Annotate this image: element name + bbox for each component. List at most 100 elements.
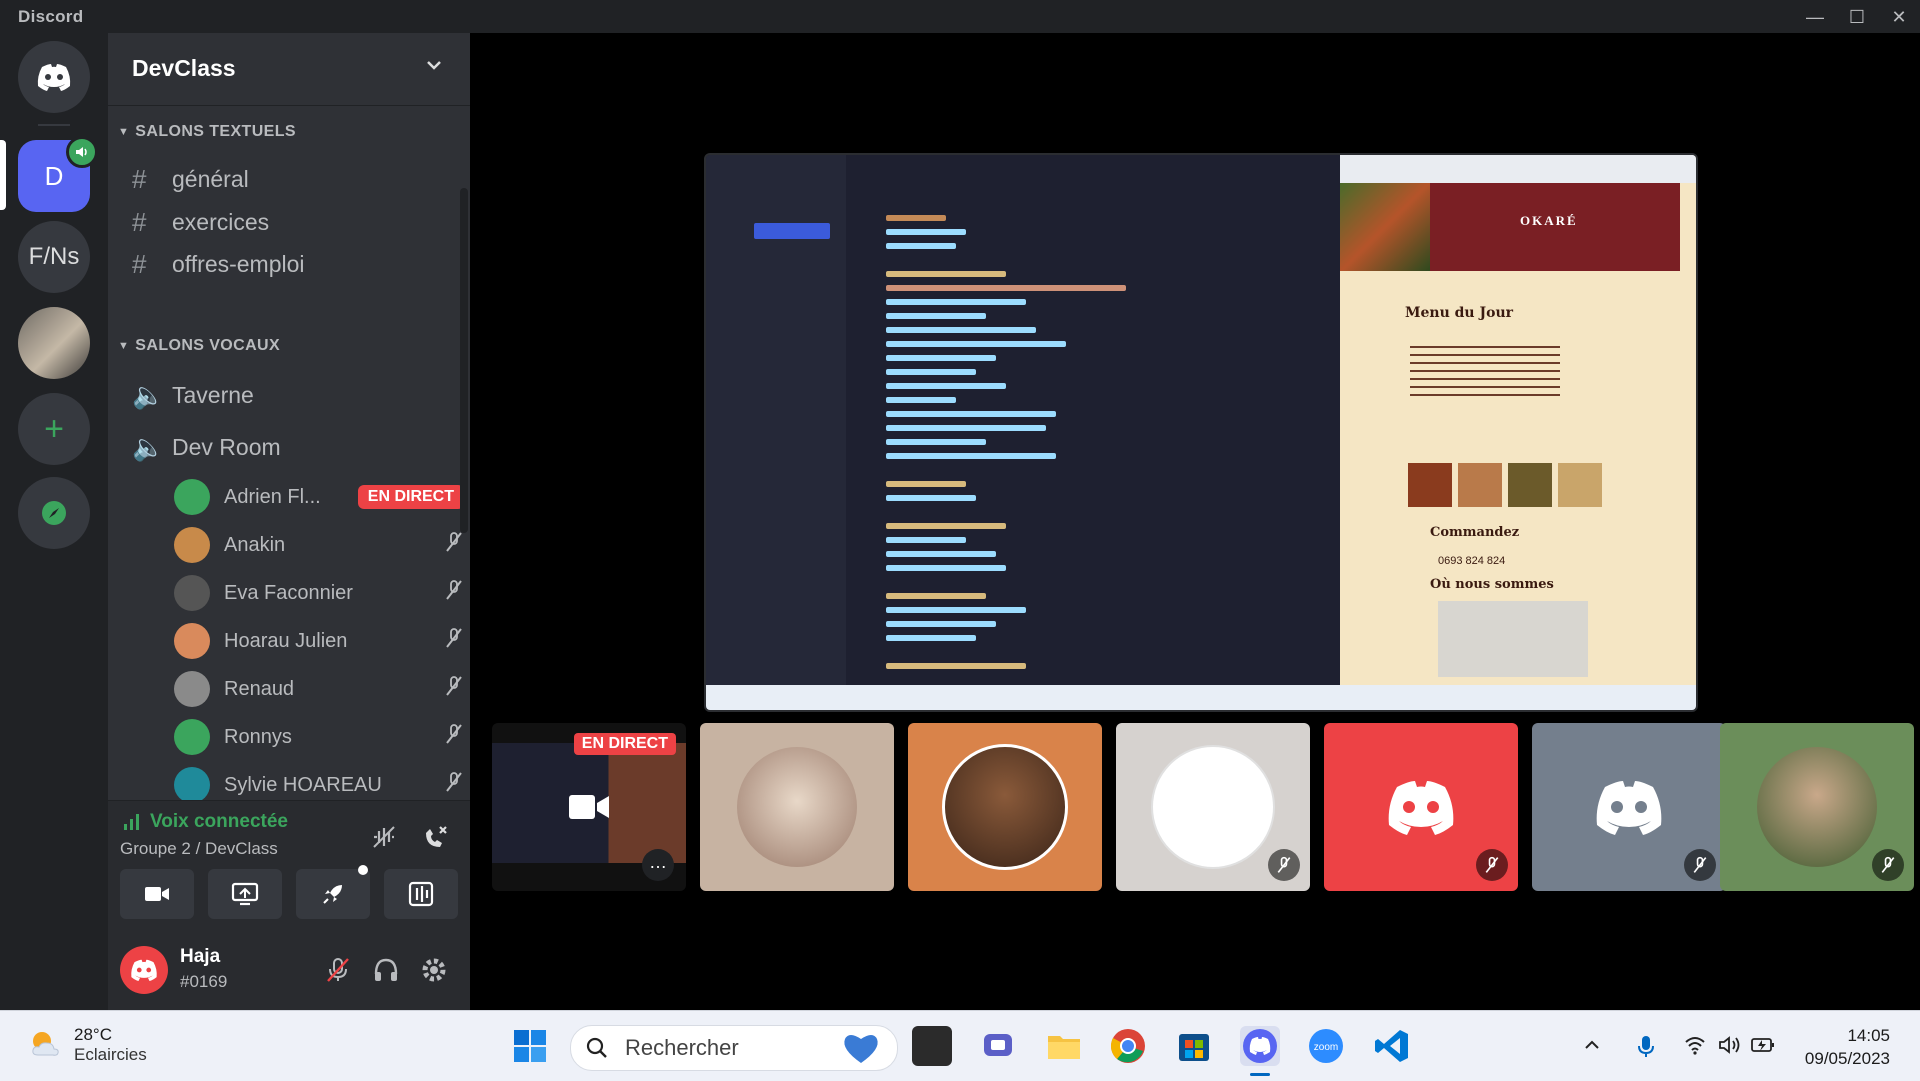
close-button[interactable]: ✕ — [1879, 3, 1919, 31]
category-text[interactable]: ▼ SALONS TEXTUELS — [118, 123, 296, 141]
voice-user[interactable]: Hoarau Julien — [174, 619, 464, 663]
voice-user[interactable]: Adrien Fl... EN DIRECT — [174, 475, 464, 519]
gear-icon[interactable] — [420, 956, 448, 984]
notification-dot — [358, 865, 368, 875]
voice-status-panel: Voix connectée Groupe 2 / DevClass — [108, 800, 470, 931]
voice-user[interactable]: Renaud — [174, 667, 464, 711]
code-line — [886, 313, 986, 319]
battery-icon[interactable] — [1750, 1035, 1776, 1055]
scrollbar[interactable] — [460, 188, 468, 533]
channel-label: général — [172, 165, 249, 192]
code-line — [886, 537, 966, 543]
add-server-icon[interactable]: + — [18, 393, 90, 465]
hash-icon: # — [132, 163, 147, 194]
channel-label: Dev Room — [172, 433, 281, 460]
voice-user-name: Eva Faconnier — [224, 581, 353, 604]
menu-text-lines — [1410, 340, 1560, 400]
voice-channel-taverne[interactable]: 🔈 Taverne — [132, 373, 462, 417]
volume-icon[interactable] — [1718, 1035, 1742, 1055]
voice-channel-dev-room[interactable]: 🔈 Dev Room — [132, 425, 462, 469]
voice-status-subtitle[interactable]: Groupe 2 / DevClass — [120, 839, 278, 859]
server-image[interactable] — [18, 307, 90, 379]
chrome-icon[interactable] — [1108, 1026, 1148, 1066]
more-options-icon[interactable]: … — [642, 849, 674, 881]
channel-exercices[interactable]: # exercices — [132, 200, 462, 244]
noise-suppression-icon[interactable] — [370, 823, 398, 851]
code-line — [886, 453, 1056, 459]
maximize-button[interactable]: ☐ — [1837, 3, 1877, 31]
title-bar: Discord — ☐ ✕ — [0, 0, 1920, 33]
code-line — [886, 663, 1026, 669]
server-devclass[interactable]: D — [18, 136, 98, 212]
chevron-up-icon[interactable] — [1582, 1035, 1602, 1055]
category-voice[interactable]: ▼ SALONS VOCAUX — [118, 337, 280, 355]
screen-share-stream[interactable]: OKARÉ Menu du Jour Commandez 0693 824 82… — [704, 153, 1698, 712]
mic-muted-icon — [444, 771, 464, 799]
category-text-label: SALONS TEXTUELS — [135, 123, 296, 140]
weather-widget[interactable]: 28°C Eclaircies — [28, 1025, 147, 1065]
browser-tabs — [1340, 155, 1696, 183]
code-line — [886, 215, 946, 221]
activity-button[interactable] — [296, 865, 370, 919]
server-rail: D F/Ns + — [0, 33, 108, 1010]
server-fns-label: F/Ns — [28, 243, 80, 270]
participant-tile[interactable] — [908, 723, 1102, 891]
disconnect-icon[interactable] — [420, 823, 450, 853]
code-line — [886, 271, 1006, 277]
participant-tile[interactable] — [1720, 723, 1914, 891]
channel-general[interactable]: # général — [132, 157, 462, 201]
code-line — [886, 481, 966, 487]
voice-user[interactable]: Eva Faconnier — [174, 571, 464, 615]
code-line — [886, 341, 1066, 347]
avatar — [174, 527, 210, 563]
store-icon[interactable] — [1174, 1026, 1214, 1066]
mickey-avatar — [1151, 745, 1275, 869]
speaker-icon — [66, 136, 98, 168]
file-explorer-icon[interactable] — [1044, 1026, 1084, 1066]
microphone-icon[interactable] — [1636, 1035, 1656, 1059]
user-tag: #0169 — [180, 972, 228, 991]
voice-status[interactable]: Voix connectée — [122, 811, 288, 833]
system-clock[interactable]: 14:05 09/05/2023 — [1805, 1024, 1890, 1070]
search-placeholder: Rechercher — [625, 1035, 739, 1060]
discord-taskbar-icon[interactable] — [1240, 1026, 1280, 1066]
wifi-icon[interactable] — [1684, 1035, 1706, 1055]
stream-taskbar — [706, 685, 1696, 710]
channel-offres-emploi[interactable]: # offres-emploi — [132, 242, 462, 286]
search-input[interactable]: Rechercher — [570, 1025, 898, 1071]
voice-user[interactable]: Anakin — [174, 523, 464, 567]
food-thumbnails — [1408, 463, 1602, 507]
avatar — [174, 479, 210, 515]
headphones-icon[interactable] — [372, 956, 400, 984]
chat-icon[interactable] — [978, 1026, 1018, 1066]
zoom-icon[interactable]: zoom — [1306, 1026, 1346, 1066]
avatar[interactable] — [120, 946, 168, 994]
svg-text:zoom: zoom — [1314, 1042, 1338, 1053]
mic-muted-icon[interactable] — [324, 956, 352, 984]
voice-user-name: Sylvie HOAREAU — [224, 773, 382, 796]
vscode-icon[interactable] — [1372, 1026, 1412, 1066]
discord-home-icon[interactable] — [18, 41, 90, 113]
kitten-avatar — [737, 747, 857, 867]
participant-tile[interactable] — [1324, 723, 1518, 891]
mic-muted-icon — [444, 531, 464, 559]
self-stream-tile[interactable]: EN DIRECT … — [492, 723, 686, 891]
windows-start-icon[interactable] — [510, 1026, 550, 1066]
code-line — [886, 383, 1006, 389]
camera-button[interactable] — [120, 869, 194, 919]
explore-icon[interactable] — [18, 477, 90, 549]
server-fns[interactable]: F/Ns — [18, 221, 90, 293]
soundboard-button[interactable] — [384, 869, 458, 919]
participant-tile[interactable] — [1116, 723, 1310, 891]
participant-tile[interactable] — [700, 723, 894, 891]
signal-icon — [124, 814, 139, 830]
site-title: OKARÉ — [1520, 213, 1578, 228]
mic-muted-icon — [444, 723, 464, 751]
screen-share-button[interactable] — [208, 869, 282, 919]
code-line — [886, 327, 1036, 333]
voice-user[interactable]: Ronnys — [174, 715, 464, 759]
minimize-button[interactable]: — — [1795, 3, 1835, 31]
task-view-icon[interactable] — [912, 1026, 952, 1066]
guild-header[interactable]: DevClass — [108, 33, 470, 106]
participant-tile[interactable] — [1532, 723, 1726, 891]
